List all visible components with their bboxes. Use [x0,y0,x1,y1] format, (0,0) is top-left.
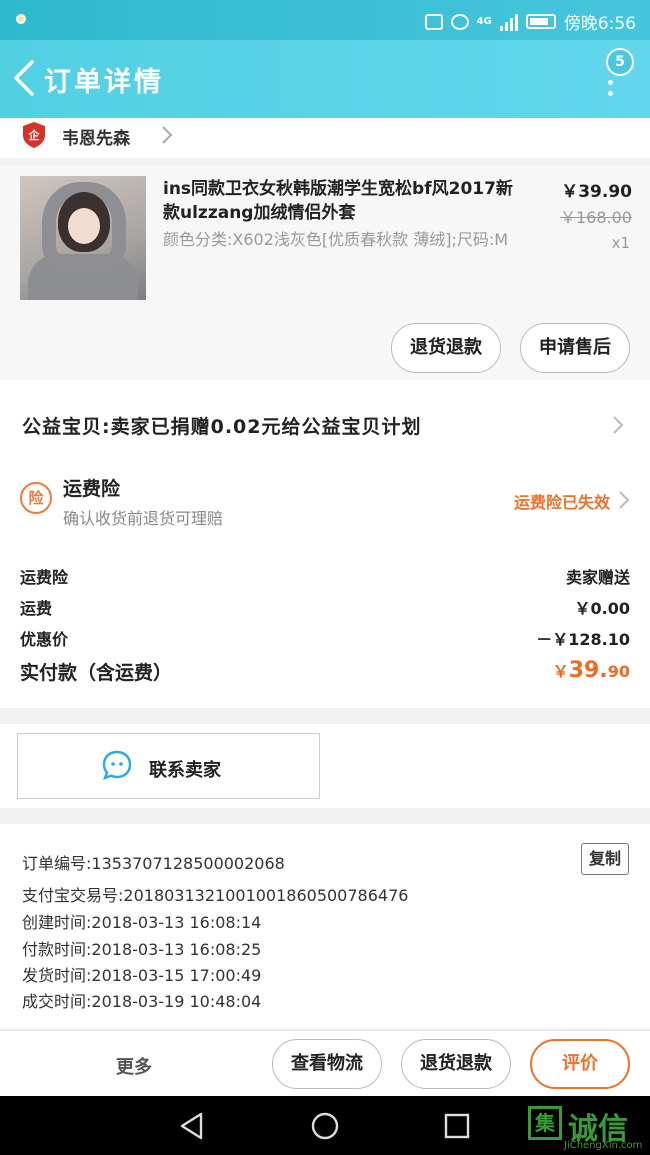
product-original-price: ￥168.00 [560,208,632,227]
fee-row: 优惠价 －￥128.10 [20,626,630,650]
chevron-right-icon [619,491,630,509]
copy-button[interactable]: 复制 [581,843,629,875]
info-label: 订单编号: [22,854,92,873]
view-logistics-button[interactable]: 查看物流 [272,1039,382,1089]
info-row: 发货时间:2018-03-15 17:00:49 [22,962,261,986]
refund-button-bottom[interactable]: 退货退款 [401,1039,511,1089]
aftersale-button[interactable]: 申请售后 [520,323,630,373]
total-label: 实付款（含运费） [20,662,173,684]
order-info: 复制 订单编号:1353707128500002068 支付宝交易号:20180… [0,824,650,1028]
total-value: ￥39.90 [553,658,630,683]
total-decimal: 90 [607,662,630,681]
product-price: ￥39.90 [561,182,632,202]
info-label: 创建时间: [22,913,92,932]
fee-row: 运费 ￥0.00 [20,595,630,619]
alarm-icon [450,13,469,30]
product-sku: 颜色分类:X602浅灰色[优质春秋款 薄绒];尺码:M [163,230,509,249]
battery-icon [525,14,556,29]
product-quantity: x1 [611,234,630,252]
watermark-box: 集 [528,1106,562,1140]
fee-label: 运费险 [20,568,69,587]
charity-row[interactable]: 公益宝贝:卖家已捐赠0.02元给公益宝贝计划 [0,380,650,462]
insurance-subtitle: 确认收货前退货可理赔 [63,509,224,528]
notification-icon [16,14,26,24]
info-label: 支付宝交易号: [22,886,124,905]
enterprise-shop-icon: 企 [23,122,45,148]
total-currency: ￥ [552,662,569,681]
page-title: 订单详情 [44,67,164,98]
insurance-title: 运费险 [63,478,121,500]
chat-bubble-icon [102,750,132,780]
info-row: 支付宝交易号:2018031321001001860500786476 [22,882,408,906]
product-name: ins同款卫衣女秋韩版潮学生宽松bf风2017新款ulzzang加绒情侣外套 [163,179,513,223]
back-triangle-icon[interactable] [176,1110,208,1142]
info-value: 2018-03-19 10:48:04 [91,992,262,1011]
review-button[interactable]: 评价 [530,1039,630,1089]
fee-value: ￥0.00 [574,599,630,618]
insurance-icon: 险 [20,482,52,514]
info-value: 2018-03-13 16:08:14 [91,913,262,932]
info-row: 创建时间:2018-03-13 16:08:14 [22,909,261,933]
chevron-right-icon [162,126,173,144]
info-label: 付款时间: [22,940,92,959]
shipping-insurance-row[interactable]: 险 运费险 确认收货前退货可理赔 运费险已失效 [0,462,650,542]
clock-text: 傍晚6:56 [563,14,636,34]
shop-row[interactable]: 企 韦恩先森 [0,118,650,158]
fee-label: 优惠价 [20,630,69,649]
watermark-url: JiChengXin.com [564,1140,643,1151]
info-value: 2018031321001001860500786476 [123,886,409,905]
shop-name: 韦恩先森 [62,129,130,149]
home-circle-icon[interactable] [309,1110,341,1142]
nav-bar: 订单详情 5 [0,40,650,118]
total-integer: 39. [568,658,608,683]
status-icons: 4G 傍晚6:56 [424,9,636,34]
svg-text:企: 企 [28,128,41,142]
info-value: 2018-03-15 17:00:49 [91,966,262,985]
fee-label: 运费 [20,599,53,618]
contact-seller-button[interactable]: 联系卖家 [17,733,320,799]
bottom-action-bar: 更多 查看物流 退货退款 评价 [0,1030,650,1096]
message-badge[interactable]: 5 [606,48,634,76]
vibrate-icon [424,13,443,30]
contact-seller-label: 联系卖家 [149,760,221,781]
insurance-status: 运费险已失效 [513,493,610,512]
status-bar: 4G 傍晚6:56 [0,0,650,40]
info-row: 付款时间:2018-03-13 16:08:25 [22,936,261,960]
fee-summary: 运费险 卖家赠送 运费 ￥0.00 优惠价 －￥128.10 实付款（含运费） … [0,542,650,708]
more-menu-icon[interactable] [608,80,613,96]
watermark-logo: 集 诚信 JiChengXin.com [524,1102,644,1152]
fee-value: 卖家赠送 [565,568,630,587]
fee-row: 运费险 卖家赠送 [20,564,630,588]
charity-text: 公益宝贝:卖家已捐赠0.02元给公益宝贝计划 [22,416,422,438]
recents-square-icon[interactable] [441,1110,473,1142]
refund-button[interactable]: 退货退款 [391,323,501,373]
info-row: 成交时间:2018-03-19 10:48:04 [22,988,261,1012]
info-value: 2018-03-13 16:08:25 [91,940,262,959]
chevron-right-icon [613,416,624,434]
back-arrow-icon[interactable] [10,58,40,98]
product-item[interactable]: ins同款卫衣女秋韩版潮学生宽松bf风2017新款ulzzang加绒情侣外套 颜… [0,166,650,380]
more-button[interactable]: 更多 [116,1053,152,1079]
contact-section: 联系卖家 [0,724,650,808]
total-row: 实付款（含运费） ￥39.90 [20,658,630,685]
signal-icon [499,13,518,31]
info-row: 订单编号:1353707128500002068 [22,850,285,874]
info-label: 发货时间: [22,966,92,985]
network-type: 4G [476,16,492,27]
fee-value: －￥128.10 [536,630,630,649]
info-label: 成交时间: [22,992,92,1011]
info-value: 1353707128500002068 [91,854,285,873]
product-thumbnail[interactable] [20,176,146,300]
